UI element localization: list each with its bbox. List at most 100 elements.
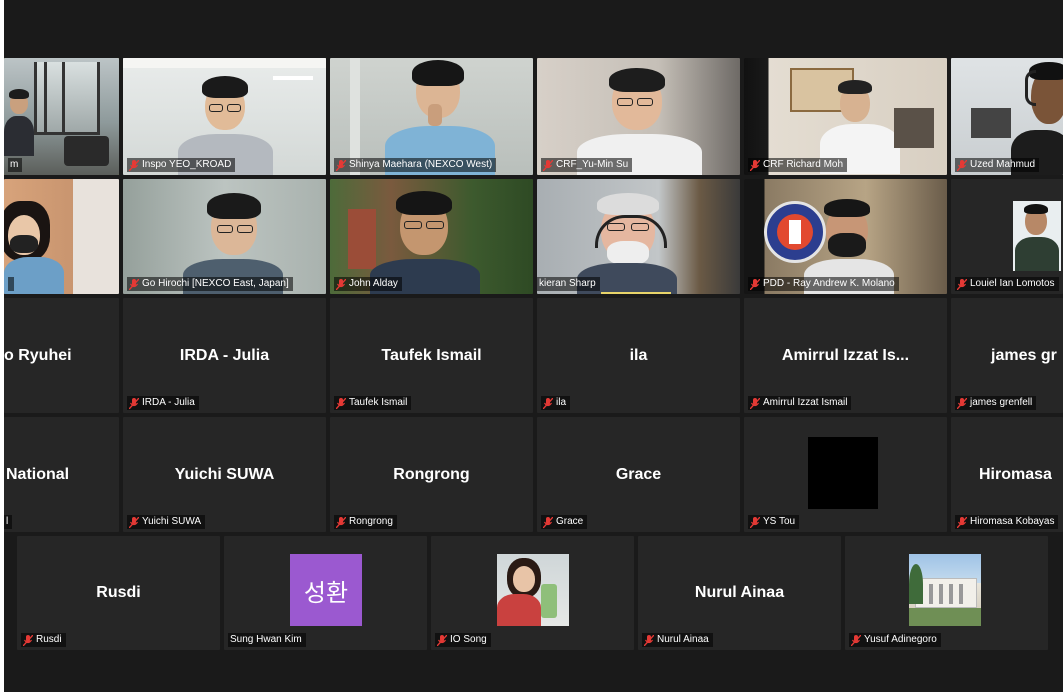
muted-mic-icon — [336, 516, 346, 528]
participant-name-label: CRF_Yu-Min Su — [541, 158, 633, 172]
muted-mic-icon — [129, 397, 139, 409]
muted-mic-icon — [543, 397, 553, 409]
participant-name-display: Rongrong — [393, 465, 470, 483]
participant-tile[interactable]: Inspo YEO_KROAD — [123, 58, 326, 175]
participant-name-label: Rongrong — [334, 515, 397, 529]
muted-mic-icon — [957, 159, 967, 171]
participant-name-display: james gr — [991, 346, 1057, 364]
participant-name-label: Nurul Ainaa — [642, 633, 713, 647]
participant-name-label — [8, 277, 14, 291]
participant-name-label: Uzed Mahmud — [955, 158, 1040, 172]
muted-mic-icon — [957, 516, 967, 528]
muted-mic-icon — [437, 634, 447, 646]
avatar-initials: 성환 — [303, 579, 349, 607]
participant-tile[interactable]: IO Song — [431, 536, 634, 650]
participant-tile[interactable]: o Ryuhei — [4, 298, 119, 413]
participant-name-display: ila — [629, 346, 648, 364]
participant-name-label: CRF Richard Moh — [748, 158, 848, 172]
participant-tile[interactable]: Yuichi SUWA Yuichi SUWA — [123, 417, 326, 532]
muted-mic-icon — [644, 634, 654, 646]
participant-name-label: Yusuf Adinegoro — [849, 633, 941, 647]
participant-tile[interactable]: National l — [4, 417, 119, 532]
blank-avatar — [808, 437, 878, 509]
muted-mic-icon — [129, 159, 139, 171]
participant-name-label: m — [8, 158, 23, 172]
participant-name-label: IO Song — [435, 633, 491, 647]
participant-name-label: l — [4, 515, 13, 529]
muted-mic-icon — [336, 159, 346, 171]
participant-tile[interactable]: ila ila — [537, 298, 740, 413]
muted-mic-icon — [957, 397, 967, 409]
muted-mic-icon — [543, 159, 553, 171]
muted-mic-icon — [750, 159, 760, 171]
profile-photo — [1013, 201, 1061, 271]
participant-name-display: Amirrul Izzat Is... — [781, 346, 910, 364]
muted-mic-icon — [129, 278, 139, 290]
participant-tile[interactable]: CRF Richard Moh — [744, 58, 947, 175]
participant-tile[interactable]: 성환 Sung Hwan Kim — [224, 536, 427, 650]
participant-tile[interactable]: CRF_Yu-Min Su — [537, 58, 740, 175]
participant-tile[interactable]: Yusuf Adinegoro — [845, 536, 1048, 650]
participant-name-label: John Alday — [334, 277, 402, 291]
participant-name-display: Taufek Ismail — [381, 346, 482, 364]
participant-name-label: james grenfell — [955, 396, 1037, 410]
muted-mic-icon — [129, 516, 139, 528]
participant-name-display: Hiromasa — [979, 465, 1052, 483]
participant-tile[interactable]: james gr james grenfell — [951, 298, 1063, 413]
participant-tile[interactable]: Nurul Ainaa Nurul Ainaa — [638, 536, 841, 650]
participant-name-label: Yuichi SUWA — [127, 515, 206, 529]
gallery-view: m Inspo YEO_KROAD Shinya Maehara (NEXCO … — [0, 0, 1063, 692]
participant-name-display: National — [6, 465, 70, 483]
muted-mic-icon — [336, 278, 346, 290]
participant-tile[interactable]: PDD - Ray Andrew K. Molano — [744, 179, 947, 294]
participant-tile[interactable]: Rongrong Rongrong — [330, 417, 533, 532]
participant-name-label: kieran Sharp — [537, 277, 600, 291]
participant-name-label: Hiromasa Kobayas — [955, 515, 1059, 529]
participant-tile[interactable]: Grace Grace — [537, 417, 740, 532]
participant-name-label: Go Hirochi [NEXCO East, Japan] — [127, 277, 293, 291]
muted-mic-icon — [750, 278, 760, 290]
muted-mic-icon — [750, 516, 760, 528]
participant-name-label: Inspo YEO_KROAD — [127, 158, 236, 172]
participant-tile[interactable]: John Alday — [330, 179, 533, 294]
muted-mic-icon — [23, 634, 33, 646]
participant-name-label: Rusdi — [21, 633, 66, 647]
participant-tile[interactable]: IRDA - Julia IRDA - Julia — [123, 298, 326, 413]
participant-tile[interactable]: Rusdi Rusdi — [17, 536, 220, 650]
participant-tile[interactable]: kieran Sharp — [537, 179, 740, 294]
participant-name-display: Rusdi — [96, 584, 141, 601]
participant-name-label: PDD - Ray Andrew K. Molano — [748, 277, 899, 291]
muted-mic-icon — [750, 397, 760, 409]
participant-tile[interactable]: Go Hirochi [NEXCO East, Japan] — [123, 179, 326, 294]
participant-tile[interactable]: Amirrul Izzat Is... Amirrul Izzat Ismail — [744, 298, 947, 413]
muted-mic-icon — [851, 634, 861, 646]
participant-name-display: Nurul Ainaa — [694, 584, 785, 601]
participant-name-display: Yuichi SUWA — [174, 465, 275, 483]
participant-name-label: Louiel Ian Lomotos — [955, 277, 1059, 291]
participant-tile[interactable]: m — [4, 58, 119, 175]
participant-name-label: Shinya Maehara (NEXCO West) — [334, 158, 497, 172]
participant-name-label: IRDA - Julia — [127, 396, 199, 410]
participant-name-label: Grace — [541, 515, 588, 529]
participant-tile[interactable]: Louiel Ian Lomotos — [951, 179, 1063, 294]
participant-name-label: Amirrul Izzat Ismail — [748, 396, 852, 410]
participant-name-display: IRDA - Julia — [179, 346, 270, 364]
participant-name-display: o Ryuhei — [4, 346, 72, 364]
muted-mic-icon — [957, 278, 967, 290]
speaking-indicator — [601, 292, 671, 294]
initials-avatar: 성환 — [290, 554, 362, 626]
profile-photo — [909, 554, 981, 626]
participant-tile[interactable]: Shinya Maehara (NEXCO West) — [330, 58, 533, 175]
muted-mic-icon — [336, 397, 346, 409]
participant-name-label: Taufek Ismail — [334, 396, 412, 410]
participant-tile[interactable]: Hiromasa Hiromasa Kobayas — [951, 417, 1063, 532]
participant-tile[interactable] — [4, 179, 119, 294]
participant-tile[interactable]: YS Tou — [744, 417, 947, 532]
participant-tile[interactable]: Uzed Mahmud — [951, 58, 1063, 175]
participant-tile[interactable]: Taufek Ismail Taufek Ismail — [330, 298, 533, 413]
participant-name-label: ila — [541, 396, 571, 410]
profile-photo — [497, 554, 569, 626]
participant-name-display: Grace — [615, 465, 662, 483]
participant-name-label: Sung Hwan Kim — [228, 633, 306, 647]
participant-name-label: YS Tou — [748, 515, 800, 529]
